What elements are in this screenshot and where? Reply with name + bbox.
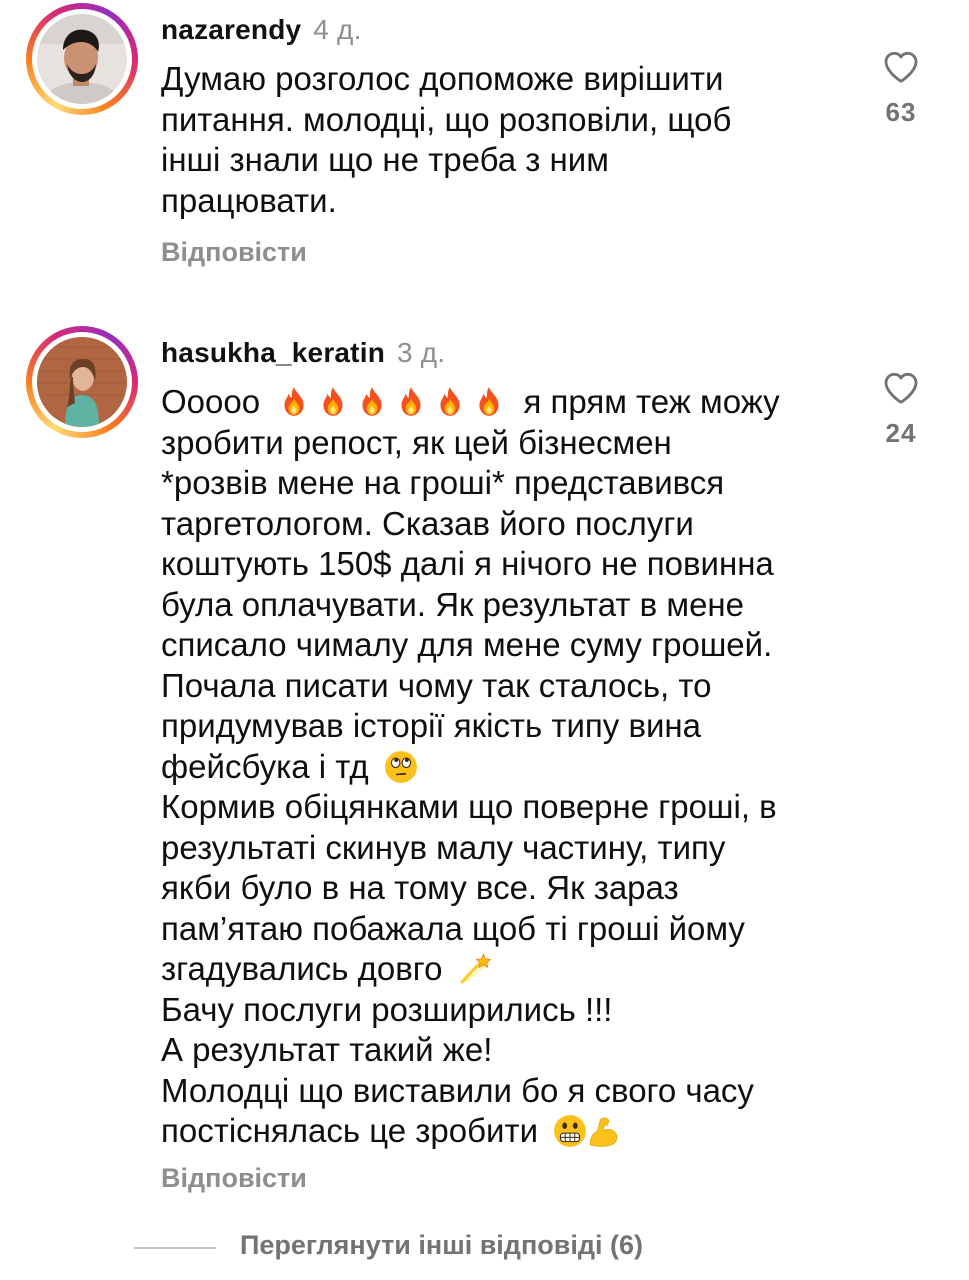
comment-item: nazarendy 4 д. Думаю розголос допоможе ви… — [0, 0, 969, 300]
eye-roll-emoji-icon — [384, 750, 418, 784]
dizzy-emoji-icon — [458, 952, 492, 986]
comment-line: питання. молодці, що розповіли, щоб — [161, 100, 732, 138]
fire-emoji-icon — [316, 385, 350, 419]
comment-line: працювати. — [161, 181, 337, 219]
like-count: 63 — [885, 97, 917, 127]
comment-line: *розвів мене на гроші* представився — [161, 464, 725, 501]
avatar[interactable] — [26, 3, 138, 115]
comment-line: зробити репост, як цей бізнесмен — [161, 423, 672, 461]
heart-outline-icon[interactable] — [880, 47, 922, 87]
comment-line: Ооооо я прям теж можу — [161, 382, 861, 423]
comment-line: пам’ятаю побажала щоб ті гроші йому — [161, 909, 745, 947]
fire-emoji-icon — [472, 385, 506, 419]
fire-emoji-group — [277, 383, 515, 420]
avatar-photo — [37, 14, 127, 104]
comment-line: Молодці що виставили бо я свого часу — [161, 1071, 754, 1109]
comment-line: результаті скинув малу частину, типу — [161, 828, 726, 866]
like-count: 24 — [885, 418, 917, 448]
comment-line: згадувались довго — [161, 949, 861, 990]
comment-line: Кормив обіцянками що поверне гроші, в — [161, 788, 777, 825]
comment-text: Ооооо я прям теж можу зробити репост, як… — [161, 382, 861, 1152]
avatar[interactable] — [26, 326, 138, 438]
comment-line: таргетологом. Сказав його послуги — [161, 504, 694, 542]
comment-text-segment: постіснялась це зробити — [161, 1112, 539, 1149]
comment-author[interactable]: nazarendy 4 д. — [161, 14, 362, 46]
username-label[interactable]: hasukha_keratin — [161, 337, 385, 368]
comment-line: фейсбука і тд — [161, 747, 861, 788]
heart-outline-icon[interactable] — [880, 368, 922, 408]
comment-author[interactable]: hasukha_keratin 3 д. — [161, 337, 445, 369]
view-more-replies[interactable]: Переглянути інші відповіді (6) — [0, 1230, 969, 1270]
reply-button[interactable]: Відповісти — [161, 1163, 307, 1194]
flexed-biceps-emoji-icon — [587, 1114, 621, 1148]
grimacing-emoji-icon — [553, 1114, 587, 1148]
username-label[interactable]: nazarendy — [161, 14, 301, 45]
comment-line: постіснялась це зробити — [161, 1111, 861, 1152]
comment-text-segment: фейсбука і тд — [161, 747, 369, 785]
comment-text-segment: я прям теж можу — [523, 383, 780, 420]
comment-line: була оплачувати. Як результат в мене — [161, 585, 744, 623]
fire-emoji-icon — [355, 385, 389, 419]
view-more-replies-button[interactable]: Переглянути інші відповіді (6) — [240, 1230, 643, 1261]
comment-line: якби було в на тому все. Як зараз — [161, 869, 679, 906]
avatar-photo — [37, 337, 127, 427]
comment-text-segment: Ооооо — [161, 383, 261, 420]
fire-emoji-icon — [277, 385, 311, 419]
comment-line: коштують 150$ далі я нічого не повинна — [161, 545, 774, 582]
person-photo-icon — [37, 337, 127, 427]
comment-line: Думаю розголос допоможе вирішити — [161, 60, 724, 97]
comment-timestamp: 4 д. — [313, 14, 362, 45]
comment-text: Думаю розголос допоможе вирішити питання… — [161, 59, 861, 221]
comment-timestamp: 3 д. — [397, 337, 446, 368]
comment-line: Бачу послуги розширились !!! — [161, 990, 613, 1028]
fire-emoji-icon — [433, 385, 467, 419]
comment-line: списало чималу для мене суму грошей. — [161, 626, 773, 663]
divider — [134, 1247, 216, 1249]
like-control: 63 — [872, 47, 930, 128]
comment-line: інші знали що не треба з ним — [161, 141, 609, 178]
comment-line: А результат такий же! — [161, 1031, 493, 1068]
comment-line: придумував історії якість типу вина — [161, 707, 702, 744]
reply-button[interactable]: Відповісти — [161, 237, 307, 268]
comment-text-segment: згадувались довго — [161, 950, 443, 987]
fire-emoji-icon — [394, 385, 428, 419]
like-control: 24 — [872, 368, 930, 449]
person-photo-icon — [37, 14, 127, 104]
comment-line: Почала писати чому так сталось, то — [161, 666, 712, 704]
comment-item: hasukha_keratin 3 д. Ооооо я прям теж мож… — [0, 320, 969, 1210]
